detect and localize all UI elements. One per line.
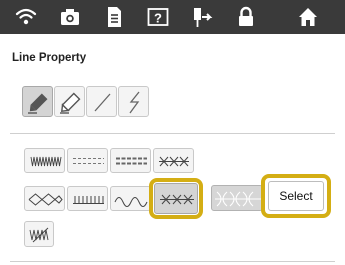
select-button-highlight [261, 174, 331, 218]
help-icon[interactable]: ? [146, 5, 170, 29]
svg-text:?: ? [154, 11, 162, 26]
running-stitch-icon [73, 158, 104, 164]
zigzag-stitch-icon [30, 156, 62, 167]
pattern-preview-icon [215, 191, 261, 207]
comb-stitch-icon [73, 196, 104, 204]
wave-stitch-icon [114, 197, 148, 207]
running-stitch-button[interactable] [67, 148, 108, 173]
document-icon[interactable] [102, 5, 126, 29]
top-toolbar: ? [0, 0, 345, 34]
panel-title: Line Property [12, 52, 87, 64]
cross-stitch-icon [159, 156, 189, 167]
zigzag-line-tool-button[interactable] [118, 86, 149, 117]
pattern-preview-button[interactable] [211, 185, 263, 211]
home-icon[interactable] [296, 5, 320, 29]
pen-outline-icon [60, 92, 81, 114]
pen-outline-tool-button[interactable] [54, 86, 85, 117]
zigzag-stitch-button[interactable] [24, 148, 65, 173]
triple-stitch-button[interactable] [110, 148, 151, 173]
wifi-icon[interactable] [14, 5, 38, 29]
section-divider [10, 133, 335, 134]
pen-solid-icon [28, 93, 48, 114]
selection-highlight [149, 178, 203, 219]
candlewick-stitch-icon [29, 227, 49, 243]
wave-stitch-button[interactable] [110, 186, 151, 211]
straight-line-icon [94, 93, 111, 112]
needle-icon[interactable] [190, 5, 214, 29]
camera-icon[interactable] [58, 5, 82, 29]
bottom-divider [10, 261, 335, 262]
diamond-stitch-icon [28, 193, 63, 206]
straight-line-tool-button[interactable] [86, 86, 117, 117]
zigzag-line-icon [129, 91, 140, 114]
comb-stitch-button[interactable] [67, 186, 108, 211]
diamond-stitch-button[interactable] [24, 186, 65, 211]
lock-icon[interactable] [234, 5, 258, 29]
pen-solid-tool-button[interactable] [22, 86, 53, 117]
triple-stitch-icon [116, 157, 147, 165]
candlewick-stitch-button[interactable] [24, 221, 54, 247]
cross-stitch-button[interactable] [153, 148, 194, 173]
